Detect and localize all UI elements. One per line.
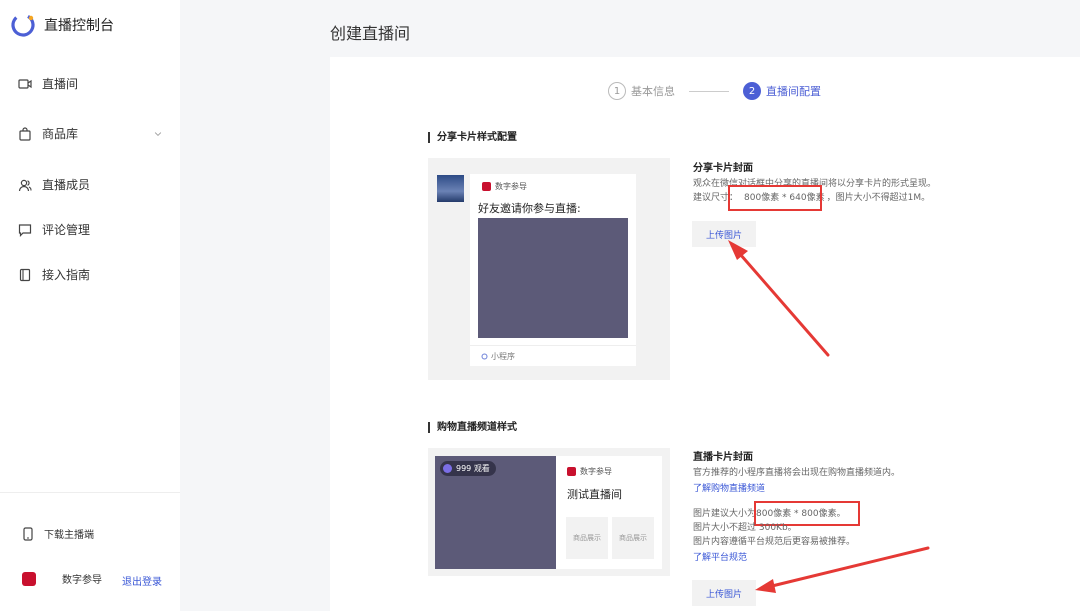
comment-icon	[18, 223, 32, 237]
brand-logo-icon	[567, 467, 576, 476]
download-host-app-link[interactable]: 下载主播端	[22, 526, 94, 541]
sidebar-item-comment-management[interactable]: 评论管理	[18, 221, 163, 238]
share-brand: 数字参导	[482, 181, 527, 192]
size-highlight-box	[728, 185, 822, 211]
product-tile: 商品展示	[612, 517, 654, 559]
shopping-bag-icon	[19, 126, 31, 141]
size-prefix: 图片建议大小为	[693, 509, 757, 519]
page-title: 创建直播间	[330, 24, 411, 43]
username: 数字参导	[62, 575, 102, 586]
live-room-title: 测试直播间	[567, 488, 622, 501]
phone-icon	[23, 526, 33, 541]
viewer-count-badge: 999 观看	[440, 461, 496, 476]
sidebar-item-access-guide[interactable]: 接入指南	[18, 266, 163, 283]
sidebar-item-live-members[interactable]: 直播成员	[18, 176, 163, 193]
platform-rules-link[interactable]: 了解平台规范	[693, 550, 747, 563]
live-dot-icon	[443, 464, 452, 473]
brand-name: 数字参导	[580, 467, 612, 476]
brand-name: 数字参导	[495, 182, 527, 191]
avatar	[22, 571, 36, 586]
step-label: 基本信息	[631, 85, 675, 98]
users-icon	[18, 179, 32, 191]
sidebar-item-product-library[interactable]: 商品库	[18, 125, 163, 142]
step-connector	[689, 90, 729, 92]
download-label: 下载主播端	[44, 530, 94, 541]
share-invite-text: 好友邀请你参与直播:	[478, 202, 581, 215]
live-cover-desc: 官方推荐的小程序直播将会出现在购物直播频道内。	[693, 468, 901, 478]
section-title-shopping: 购物直播频道样式	[428, 422, 517, 433]
brand-logo-icon	[482, 182, 491, 191]
sidebar-item-label: 评论管理	[42, 223, 91, 237]
app-logo-icon	[10, 12, 36, 38]
miniprogram-tag: 小程序	[481, 351, 515, 362]
video-camera-icon	[18, 78, 32, 89]
share-upload-button[interactable]: 上传图片	[692, 221, 756, 247]
sidebar-item-label: 直播间	[42, 77, 79, 91]
chevron-down-icon[interactable]	[153, 129, 163, 139]
step-label: 直播间配置	[766, 85, 821, 98]
sidebar-item-label: 直播成员	[42, 178, 91, 192]
live-cover-limit: 图片大小不超过 300Kb。	[693, 523, 797, 533]
miniprogram-label: 小程序	[491, 352, 515, 361]
app-logo[interactable]: 直播控制台	[10, 12, 114, 38]
step-number: 1	[608, 82, 626, 100]
app-title: 直播控制台	[44, 18, 114, 34]
viewer-count: 999 观看	[456, 464, 490, 473]
link-icon	[481, 353, 488, 360]
user-profile: 数字参导	[22, 571, 102, 586]
size-suffix: ，图片大小不得超过1M。	[826, 193, 931, 203]
live-upload-button[interactable]: 上传图片	[692, 580, 756, 606]
share-cover-image	[478, 218, 628, 338]
step-room-config[interactable]: 2 直播间配置	[743, 82, 821, 100]
sidebar-item-live-room[interactable]: 直播间	[18, 75, 163, 92]
live-cover-title: 直播卡片封面	[693, 452, 753, 463]
sidebar-item-label: 商品库	[42, 127, 79, 141]
share-cover-title: 分享卡片封面	[693, 163, 753, 174]
stepper: 1 基本信息 2 直播间配置	[608, 82, 821, 100]
step-basic-info[interactable]: 1 基本信息	[608, 82, 675, 100]
live-cover-rule: 图片内容遵循平台规范后更容易被推荐。	[693, 537, 856, 547]
section-title-share-card: 分享卡片样式配置	[428, 132, 517, 143]
card-divider	[470, 345, 636, 346]
logout-link[interactable]: 退出登录	[122, 573, 162, 588]
live-brand: 数字参导	[567, 466, 612, 477]
product-tile: 商品展示	[566, 517, 608, 559]
sidebar: 直播控制台 直播间 商品库 直播成员 评论管理 接入指南 下载主播端 数字参导 …	[0, 0, 180, 611]
sidebar-divider	[0, 492, 180, 493]
sidebar-item-label: 接入指南	[42, 268, 91, 282]
learn-shopping-channel-link[interactable]: 了解购物直播频道	[693, 481, 765, 494]
step-number: 2	[743, 82, 761, 100]
share-thumbnail	[437, 175, 464, 202]
book-icon	[19, 268, 31, 281]
